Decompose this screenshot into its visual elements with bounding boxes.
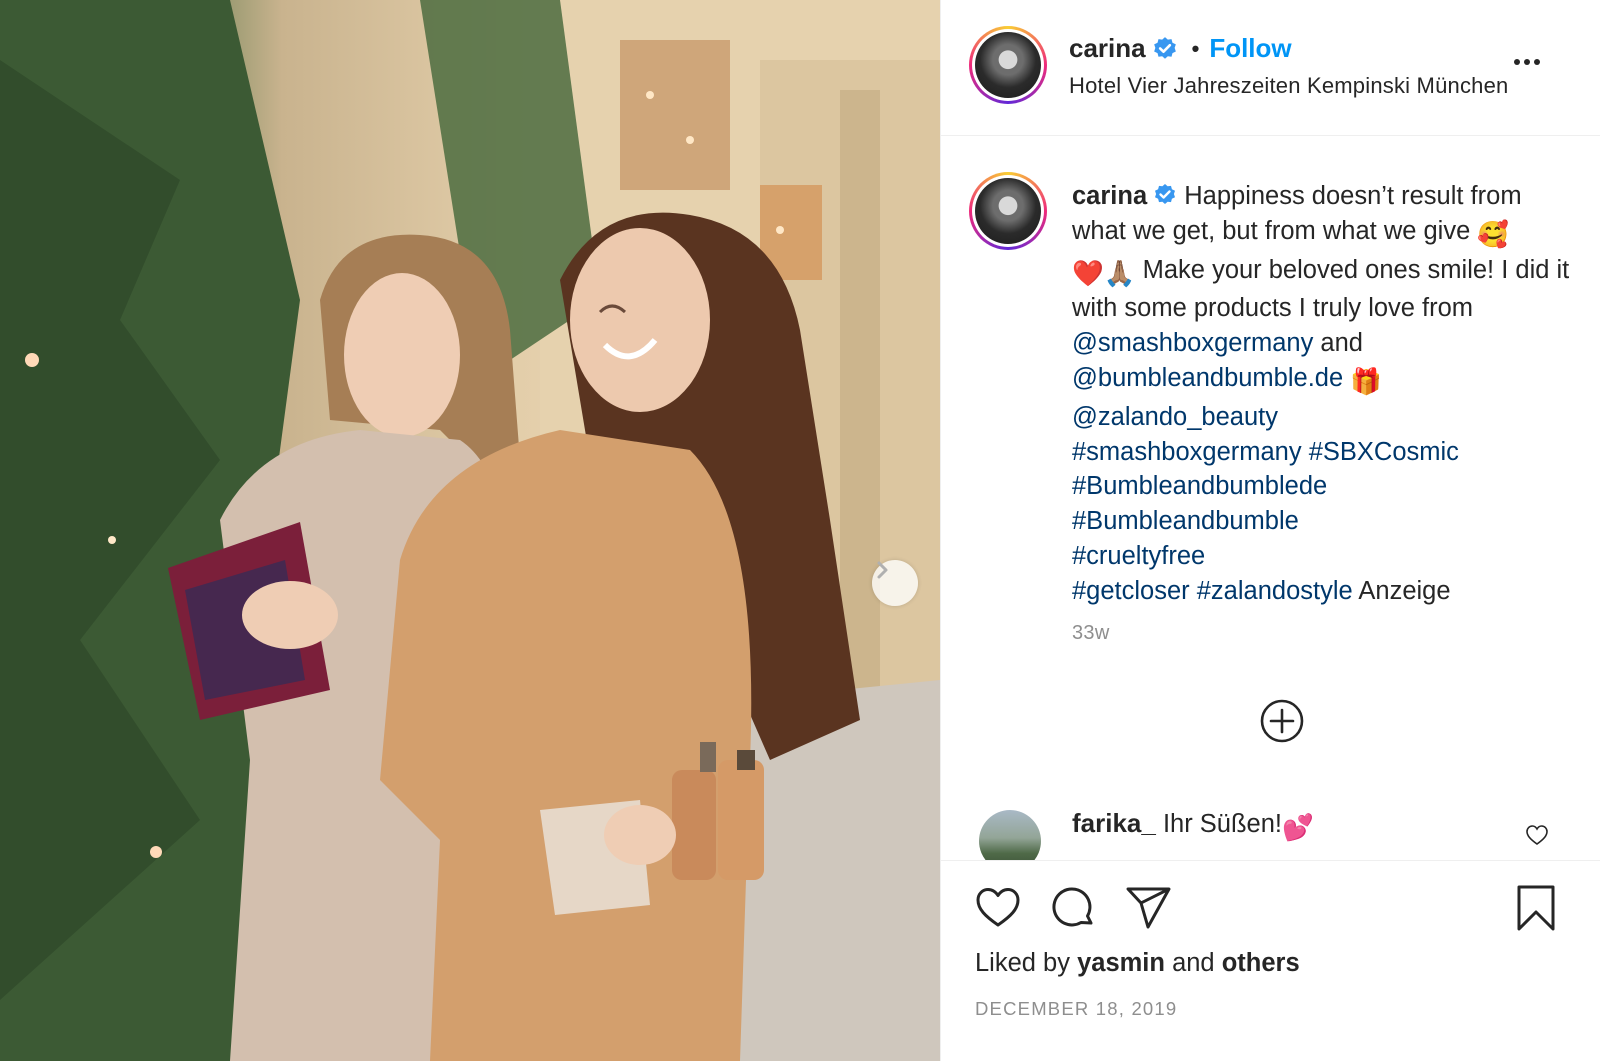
post-photo[interactable] bbox=[0, 0, 940, 1061]
hashtag-zalandostyle[interactable]: #zalandostyle bbox=[1197, 577, 1353, 605]
more-options-icon[interactable] bbox=[1509, 46, 1545, 76]
verified-badge-icon bbox=[1153, 36, 1176, 59]
caption-text-3: and bbox=[1320, 329, 1363, 358]
mention-smashboxgermany[interactable]: @smashboxgermany bbox=[1072, 329, 1313, 357]
post-time-ago[interactable]: 33w bbox=[1072, 622, 1110, 645]
post-photo-illustration bbox=[0, 0, 940, 1061]
likes-prefix: Liked by bbox=[975, 949, 1070, 977]
liked-by-user[interactable]: yasmin bbox=[1077, 949, 1165, 977]
author-avatar[interactable] bbox=[969, 26, 1047, 104]
hashtag-bumbleandbumblede[interactable]: #Bumbleandbumblede bbox=[1072, 472, 1327, 500]
commenter-avatar[interactable] bbox=[979, 810, 1041, 860]
hashtag-crueltyfree[interactable]: #crueltyfree bbox=[1072, 542, 1205, 570]
hashtag-smashboxgermany[interactable]: #smashboxgermany bbox=[1072, 438, 1302, 466]
follow-button[interactable]: Follow bbox=[1209, 33, 1291, 64]
caption-text-2: Make your beloved ones smile! I did it w… bbox=[1072, 255, 1570, 323]
post-header: carina • Follow Hotel Vier Jahreszeiten … bbox=[941, 0, 1600, 136]
two-hearts-emoji: 💕 bbox=[1282, 814, 1314, 842]
smiling-hearts-emoji: 🥰 bbox=[1477, 220, 1510, 249]
author-username[interactable]: carina bbox=[1069, 33, 1146, 64]
caption-username[interactable]: carina bbox=[1072, 182, 1147, 210]
likes-conj: and bbox=[1172, 949, 1215, 977]
caption-author-avatar[interactable] bbox=[969, 172, 1047, 250]
praying-hands-emoji: 🙏🏽 bbox=[1103, 259, 1136, 288]
like-icon[interactable] bbox=[973, 883, 1023, 933]
caption-text-4: Anzeige bbox=[1358, 576, 1451, 605]
likes-summary: Liked by yasmin and others bbox=[975, 949, 1300, 978]
commenter-username[interactable]: farika_ bbox=[1072, 808, 1156, 838]
comment-body: Ihr Süßen! bbox=[1162, 810, 1282, 838]
caption-text: carina Happiness doesn’t result from wha… bbox=[1072, 179, 1582, 609]
save-icon[interactable] bbox=[1511, 883, 1561, 933]
comment-item: farika_ Ihr Süßen!💕 bbox=[941, 800, 1600, 860]
verified-badge-icon bbox=[1155, 184, 1176, 204]
next-photo-button[interactable] bbox=[872, 560, 918, 606]
share-icon[interactable] bbox=[1124, 883, 1174, 933]
hashtag-bumbleandbumble[interactable]: #Bumbleandbumble bbox=[1072, 507, 1299, 535]
comment-text: farika_ Ihr Süßen!💕 bbox=[1072, 808, 1314, 843]
comment-icon[interactable] bbox=[1049, 883, 1099, 933]
hashtag-sbxcosmic[interactable]: #SBXCosmic bbox=[1309, 438, 1459, 466]
instagram-post: carina • Follow Hotel Vier Jahreszeiten … bbox=[0, 0, 1600, 1061]
mention-bumbleandbumble[interactable]: @bumbleandbumble.de bbox=[1072, 364, 1343, 392]
post-side-panel: carina • Follow Hotel Vier Jahreszeiten … bbox=[940, 0, 1600, 1061]
load-more-comments-icon[interactable] bbox=[1259, 698, 1305, 744]
comment-like-icon[interactable] bbox=[1525, 824, 1549, 846]
liked-by-others[interactable]: others bbox=[1222, 949, 1300, 977]
next-arrow-icon bbox=[877, 561, 888, 579]
mention-zalando-beauty[interactable]: @zalando_beauty bbox=[1072, 403, 1278, 431]
red-heart-emoji: ❤️ bbox=[1072, 259, 1104, 288]
separator-dot: • bbox=[1191, 35, 1200, 61]
post-actions: Liked by yasmin and others DECEMBER 18, … bbox=[941, 860, 1600, 1062]
location-link[interactable]: Hotel Vier Jahreszeiten Kempinski Münche… bbox=[1069, 73, 1508, 99]
post-date[interactable]: DECEMBER 18, 2019 bbox=[975, 998, 1177, 1020]
hashtag-getcloser[interactable]: #getcloser bbox=[1072, 577, 1190, 605]
gift-emoji: 🎁 bbox=[1350, 367, 1383, 396]
